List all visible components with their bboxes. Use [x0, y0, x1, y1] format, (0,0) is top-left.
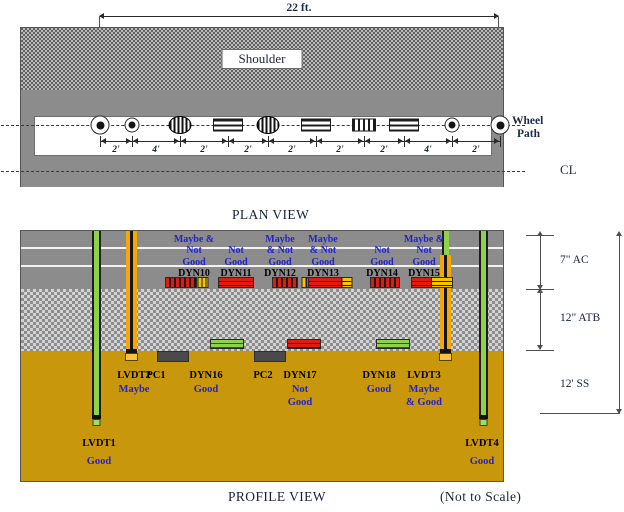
layer-depth-dimensions: 7" AC 12" ATB 12' SS [506, 230, 624, 482]
label-LVDT4: LVDT4 [465, 438, 499, 449]
profile-view-title: PROFILE VIEW [228, 489, 326, 504]
atb-thickness-label: 12" ATB [560, 312, 601, 324]
not-to-scale-note: (Not to Scale) [440, 489, 522, 504]
ss-thickness-label: 12' SS [560, 378, 590, 390]
status-LVDT4-line1: Good [469, 456, 495, 467]
status-LVDT1-line1: Good [86, 456, 112, 467]
ac-dim-line [540, 235, 541, 289]
label-LVDT1: LVDT1 [82, 438, 116, 449]
ss-dim-line [619, 235, 620, 413]
atb-dim-line [540, 291, 541, 349]
ac-thickness-label: 7" AC [560, 254, 589, 266]
